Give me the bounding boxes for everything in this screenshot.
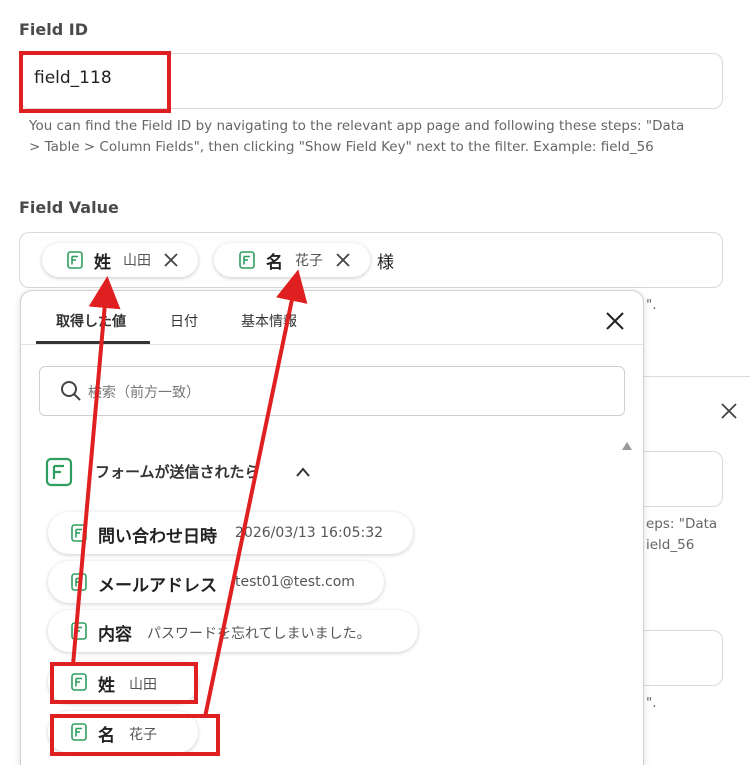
annotation-box-field-id [19, 51, 171, 113]
item-value: test01@test.com [235, 574, 355, 590]
scrollbar[interactable] [620, 441, 634, 765]
item-value: パスワードを忘れてしまいました。 [147, 626, 371, 642]
form-icon [71, 573, 87, 591]
form-icon [67, 251, 83, 269]
list-item[interactable]: 問い合わせ日時 2026/03/13 16:05:32 [48, 512, 413, 554]
chip-value: 花子 [295, 253, 323, 269]
background-help-fragment1: eps: "Data [646, 516, 718, 532]
chevron-up-icon[interactable] [295, 466, 311, 478]
close-icon[interactable] [163, 252, 179, 268]
tab-date[interactable]: 日付 [170, 311, 198, 331]
scroll-up-icon[interactable] [621, 441, 633, 451]
chip-label: 姓 [94, 252, 111, 273]
value-chip-mei[interactable]: 名 花子 [214, 243, 370, 277]
field-value-help-fragment: ". [646, 297, 657, 313]
field-value-label: Field Value [19, 198, 119, 217]
item-name: メールアドレス [98, 576, 217, 596]
value-suffix: 様 [377, 253, 394, 273]
field-id-label: Field ID [19, 20, 89, 39]
list-item[interactable]: メールアドレス test01@test.com [48, 561, 384, 603]
search-input[interactable]: 検索（前方一致） [39, 366, 625, 416]
item-name: 内容 [98, 625, 132, 645]
search-icon [61, 381, 81, 401]
close-icon[interactable] [605, 311, 625, 331]
field-id-help-line1: You can find the Field ID by navigating … [29, 118, 685, 134]
tab-acquired-values[interactable]: 取得した値 [56, 311, 126, 331]
annotation-box-sei [50, 662, 198, 704]
form-icon [71, 622, 87, 640]
field-value-input[interactable]: 姓 山田 名 花子 様 [19, 232, 723, 288]
background-help-fragment2: ield_56 [646, 537, 695, 553]
annotation-box-mei [50, 714, 220, 756]
item-name: 問い合わせ日時 [98, 527, 217, 547]
form-icon [71, 524, 87, 542]
search-placeholder: 検索（前方一致） [88, 385, 200, 401]
chip-label: 名 [266, 252, 283, 273]
item-value: 2026/03/13 16:05:32 [235, 525, 384, 541]
value-chip-sei[interactable]: 姓 山田 [42, 243, 198, 277]
close-icon[interactable] [335, 252, 351, 268]
tab-basic-info[interactable]: 基本情報 [241, 311, 297, 331]
chip-value: 山田 [123, 253, 151, 269]
form-icon [239, 251, 255, 269]
group-title[interactable]: フォームが送信されたら [95, 461, 260, 482]
section-divider [644, 376, 750, 377]
tab-divider [21, 344, 643, 345]
background-help-fragment3: ". [646, 695, 657, 711]
field-id-help-line2: > Table > Column Fields", then clicking … [29, 139, 654, 155]
list-item[interactable]: 内容 パスワードを忘れてしまいました。 [48, 610, 418, 652]
close-icon[interactable] [720, 402, 738, 420]
form-icon [45, 457, 73, 487]
